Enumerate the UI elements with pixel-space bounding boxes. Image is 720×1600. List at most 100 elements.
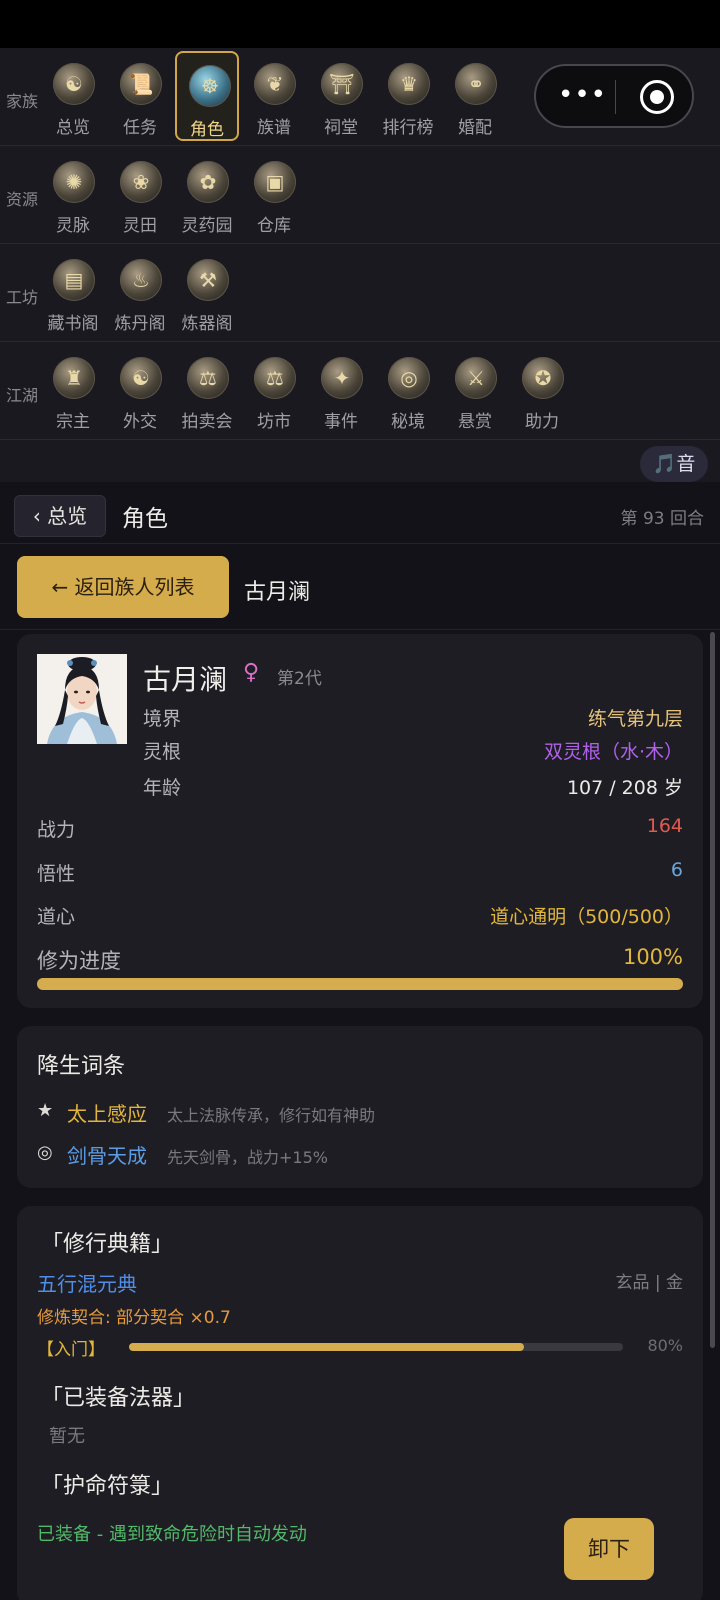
female-icon: ♀ <box>243 660 260 685</box>
market-icon: ⚖ <box>254 357 296 399</box>
return-to-member-list-button[interactable]: ← 返回族人列表 <box>17 556 229 618</box>
nav-row-label: 资源 <box>6 190 39 209</box>
sound-toggle-button[interactable]: 🎵音 <box>640 446 708 482</box>
character-name: 古月澜 <box>143 663 228 696</box>
marriage-icon: ⚭ <box>455 63 497 105</box>
nav-item[interactable]: 📜 任务 <box>108 51 172 141</box>
nav-item-label: 总览 <box>56 118 90 138</box>
nav-item[interactable]: ⛩ 祠堂 <box>309 51 373 141</box>
artifact-section-title: 「已装备法器」 <box>41 1386 196 1411</box>
nav-item[interactable]: ♜ 宗主 <box>41 345 105 435</box>
warehouse-icon: ▣ <box>254 161 296 203</box>
back-to-overview-button[interactable]: ‹ 总览 <box>14 495 106 537</box>
page-title: 角色 <box>122 506 168 532</box>
nav-item-label: 事件 <box>324 412 358 432</box>
cultivation-progress-label: 修为进度 <box>37 949 121 973</box>
nav-row-label: 工坊 <box>6 288 39 307</box>
nav-item[interactable]: ⚔ 悬赏 <box>443 345 507 435</box>
nav-item-label: 角色 <box>190 120 224 140</box>
power-label: 战力 <box>37 819 76 841</box>
nav-item-label: 宗主 <box>56 412 90 432</box>
manual-progress-bar <box>129 1343 623 1351</box>
page-header: ‹ 总览 角色 第 93 回合 <box>0 482 720 544</box>
dao-heart-label: 道心 <box>37 906 76 928</box>
nav-item[interactable]: ☸ 角色 <box>175 51 239 141</box>
sub-header: ← 返回族人列表 古月澜 <box>0 544 720 630</box>
family-tree-icon: ❦ <box>254 63 296 105</box>
manual-affinity: 修炼契合: 部分契合 ×0.7 <box>37 1308 231 1328</box>
nav-row: 江湖 ♜ 宗主 ☯ 外交 ⚖ 拍卖会 ⚖ 坊市 ✦ 事件 ◎ 秘境 ⚔ 悬赏 ✪ 助力 <box>0 342 720 440</box>
event-icon: ✦ <box>321 357 363 399</box>
nav-item[interactable]: ✦ 事件 <box>309 345 373 435</box>
talisman-status: 已装备 - 遇到致命危险时自动发动 <box>37 1524 307 1545</box>
nav-item[interactable]: ❀ 灵田 <box>108 149 172 239</box>
realm-label: 境界 <box>143 708 182 730</box>
nav-item[interactable]: ▤ 藏书阁 <box>41 247 105 337</box>
nav-item[interactable]: ☯ 总览 <box>41 51 105 141</box>
nav-item-label: 灵药园 <box>181 216 233 236</box>
trait-description: 先天剑骨，战力+15% <box>167 1148 328 1167</box>
diplomacy-icon: ☯ <box>120 357 162 399</box>
nav-row-label: 江湖 <box>6 386 39 405</box>
nav-item-label: 炼器阁 <box>181 314 233 334</box>
nav-item-label: 祠堂 <box>324 118 358 138</box>
round-counter: 第 93 回合 <box>620 509 704 529</box>
nav-item-label: 排行榜 <box>382 118 434 138</box>
nav-item-label: 灵田 <box>123 216 157 236</box>
nav-item-label: 藏书阁 <box>47 314 99 334</box>
nav-item[interactable]: ✺ 灵脉 <box>41 149 105 239</box>
shrine-icon: ⛩ <box>321 63 363 105</box>
artifact-empty-text: 暂无 <box>49 1426 85 1447</box>
age-label: 年龄 <box>143 777 182 799</box>
nav-row-label: 家族 <box>6 92 39 111</box>
more-icon[interactable]: ••• <box>558 80 607 110</box>
nav-item[interactable]: ✪ 助力 <box>510 345 574 435</box>
status-bar <box>0 0 720 48</box>
assist-icon: ✪ <box>522 357 564 399</box>
trait-description: 太上法脉传承，修行如有神助 <box>167 1106 376 1125</box>
forge-icon: ⚒ <box>187 259 229 301</box>
nav-row: 工坊 ▤ 藏书阁 ♨ 炼丹阁 ⚒ 炼器阁 <box>0 244 720 342</box>
alchemy-icon: ♨ <box>120 259 162 301</box>
comprehension-value: 6 <box>670 859 683 881</box>
spirit-field-icon: ❀ <box>120 161 162 203</box>
nav-item-label: 拍卖会 <box>181 412 233 432</box>
manual-name[interactable]: 五行混元典 <box>37 1268 137 1297</box>
spirit-root-label: 灵根 <box>143 741 182 763</box>
nav-item[interactable]: ☯ 外交 <box>108 345 172 435</box>
mini-program-capsule: ••• <box>534 64 694 128</box>
realm-value: 练气第九层 <box>587 708 683 730</box>
talisman-section-title: 「护命符箓」 <box>41 1474 174 1499</box>
unequip-button[interactable]: 卸下 <box>564 1518 654 1580</box>
spirit-vein-icon: ✺ <box>53 161 95 203</box>
nav-item-label: 外交 <box>123 412 157 432</box>
nav-item-label: 族谱 <box>257 118 291 138</box>
cultivation-progress-fill <box>37 978 683 990</box>
nav-item[interactable]: ⚖ 拍卖会 <box>175 345 239 435</box>
power-value: 164 <box>646 815 683 837</box>
nav-item[interactable]: ♨ 炼丹阁 <box>108 247 172 337</box>
circle-target-icon: ◎ <box>37 1142 53 1163</box>
character-icon: ☸ <box>189 65 231 107</box>
nav-item-label: 炼丹阁 <box>114 314 166 334</box>
character-avatar <box>37 654 127 744</box>
nav-item[interactable]: ❦ 族谱 <box>242 51 306 141</box>
nav-item[interactable]: ◎ 秘境 <box>376 345 440 435</box>
close-target-icon[interactable] <box>640 80 674 114</box>
nav-item[interactable]: ⚒ 炼器阁 <box>175 247 239 337</box>
ranking-icon: ♛ <box>388 63 430 105</box>
manual-progress-fill <box>129 1343 525 1351</box>
capsule-divider <box>615 80 616 114</box>
nav-item[interactable]: ⚖ 坊市 <box>242 345 306 435</box>
character-card: 古月澜 ♀ 第2代 境界 练气第九层 灵根 双灵根（水·木） 年龄 107 / … <box>17 634 703 1008</box>
nav-item[interactable]: ▣ 仓库 <box>242 149 306 239</box>
nav-item[interactable]: ✿ 灵药园 <box>175 149 239 239</box>
nav-item[interactable]: ♛ 排行榜 <box>376 51 440 141</box>
nav-item-label: 坊市 <box>257 412 291 432</box>
nav-item-label: 婚配 <box>458 118 492 138</box>
scrollbar[interactable] <box>710 632 715 1348</box>
traits-card: 降生词条 ★ 太上感应 太上法脉传承，修行如有神助 ◎ 剑骨天成 先天剑骨，战力… <box>17 1026 703 1188</box>
nav-item[interactable]: ⚭ 婚配 <box>443 51 507 141</box>
auction-icon: ⚖ <box>187 357 229 399</box>
manual-stage: 【入门】 <box>37 1340 105 1360</box>
